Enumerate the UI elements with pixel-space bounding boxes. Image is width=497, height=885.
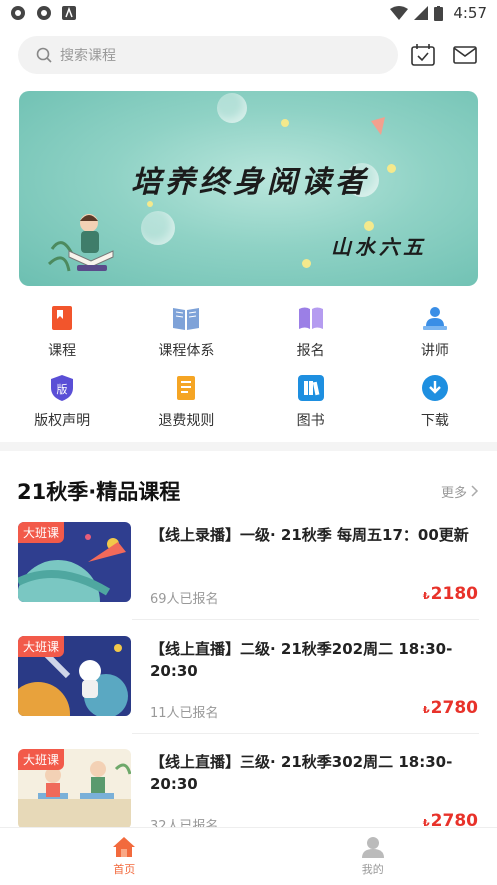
tab-home[interactable]: 首页 xyxy=(0,828,249,885)
a-notification-icon xyxy=(62,6,76,20)
menu-item-signup[interactable]: 报名 xyxy=(249,300,373,370)
bottom-tab-bar: 首页 我的 xyxy=(0,827,497,885)
section-divider xyxy=(0,442,497,451)
more-label: 更多 xyxy=(440,485,467,501)
price-value: 2180 xyxy=(430,584,478,604)
search-icon xyxy=(36,47,52,63)
app-notification-icon xyxy=(11,6,25,20)
search-input[interactable]: 搜索课程 xyxy=(18,36,398,74)
menu-item-books[interactable]: 图书 xyxy=(249,370,373,440)
course-book-icon xyxy=(52,306,73,330)
currency-symbol: ₺ xyxy=(422,591,430,602)
section-header: 21秋季·精品课程 更多 xyxy=(17,476,479,506)
menu-label: 退费规则 xyxy=(158,413,215,429)
search-placeholder: 搜索课程 xyxy=(60,48,116,64)
menu-item-lecturer[interactable]: 讲师 xyxy=(373,300,497,370)
menu-label: 课程 xyxy=(48,343,77,359)
reading-child-illustration xyxy=(47,214,114,272)
menu-item-download[interactable]: 下载 xyxy=(373,370,497,440)
course-title: 【线上直播】二级· 21秋季202周二 18:30-20:30 xyxy=(150,640,453,680)
course-divider xyxy=(132,733,479,734)
svg-text:版: 版 xyxy=(57,382,68,396)
mail-icon[interactable] xyxy=(453,46,477,64)
course-title: 【线上直播】三级· 21秋季302周二 18:30-20:30 xyxy=(150,753,453,793)
course-tag: 大班课 xyxy=(18,749,65,770)
calendar-check-icon[interactable] xyxy=(411,44,435,66)
course-title: 【线上录播】一级· 21秋季 每周五17：00更新 xyxy=(150,526,469,544)
course-price: ₺2780 xyxy=(423,698,478,718)
course-price: ₺2180 xyxy=(423,584,478,604)
menu-label: 图书 xyxy=(296,413,325,429)
currency-symbol: ₺ xyxy=(422,705,430,716)
course-tag: 大班课 xyxy=(18,636,65,657)
signup-book-icon xyxy=(298,307,323,329)
course-thumbnail: 大班课 xyxy=(18,522,131,602)
menu-label: 报名 xyxy=(296,343,325,359)
kite-icon xyxy=(371,117,385,135)
home-icon xyxy=(113,837,136,857)
books-icon xyxy=(297,375,324,401)
menu-item-curriculum[interactable]: 课程体系 xyxy=(124,300,248,370)
tab-home-label: 首页 xyxy=(113,863,136,876)
banner-signature: 山水六五 xyxy=(331,235,427,259)
tab-mine[interactable]: 我的 xyxy=(249,828,497,885)
menu-label: 课程体系 xyxy=(158,343,215,359)
top-bar: 搜索课程 xyxy=(18,36,479,74)
section-title: 21秋季·精品课程 xyxy=(17,480,181,504)
menu-item-copyright[interactable]: 版 版权声明 xyxy=(0,370,124,440)
promo-banner[interactable]: 培养终身阅读者 山水六五 xyxy=(19,91,478,286)
menu-label: 版权声明 xyxy=(34,413,91,429)
refund-doc-icon xyxy=(177,376,196,400)
signal-icon xyxy=(414,6,429,20)
copyright-shield-icon: 版 xyxy=(51,375,74,401)
course-tag: 大班课 xyxy=(18,522,65,543)
open-book-icon xyxy=(173,308,200,330)
menu-grid: 课程 课程体系 报名 讲师 版 版权声明 退费规则 图书 下载 xyxy=(0,300,497,440)
more-link[interactable]: 更多 xyxy=(441,482,479,501)
lecturer-icon xyxy=(422,307,447,330)
chevron-right-icon xyxy=(471,485,479,497)
course-divider xyxy=(132,619,479,620)
user-icon xyxy=(361,837,384,858)
status-bar: 4:57 xyxy=(0,0,497,26)
menu-label: 讲师 xyxy=(420,343,449,359)
download-icon xyxy=(421,375,448,401)
course-enrolled: 69人已报名 xyxy=(150,592,219,607)
course-thumbnail: 大班课 xyxy=(18,749,131,829)
battery-icon xyxy=(434,5,444,21)
wifi-icon xyxy=(390,6,409,20)
menu-item-refund[interactable]: 退费规则 xyxy=(124,370,248,440)
course-card[interactable]: 大班课 【线上直播】二级· 21秋季202周二 18:30-20:30 11人已… xyxy=(18,636,478,736)
banner-title: 培养终身阅读者 xyxy=(131,165,369,200)
status-time: 4:57 xyxy=(453,4,487,22)
app-notification-icon xyxy=(37,6,51,20)
course-thumbnail: 大班课 xyxy=(18,636,131,716)
course-card[interactable]: 大班课 【线上录播】一级· 21秋季 每周五17：00更新 69人已报名 ₺21… xyxy=(18,522,478,622)
tab-mine-label: 我的 xyxy=(361,863,384,876)
course-enrolled: 11人已报名 xyxy=(150,706,219,721)
price-value: 2780 xyxy=(430,698,478,718)
menu-item-course[interactable]: 课程 xyxy=(0,300,124,370)
menu-label: 下载 xyxy=(420,413,449,429)
